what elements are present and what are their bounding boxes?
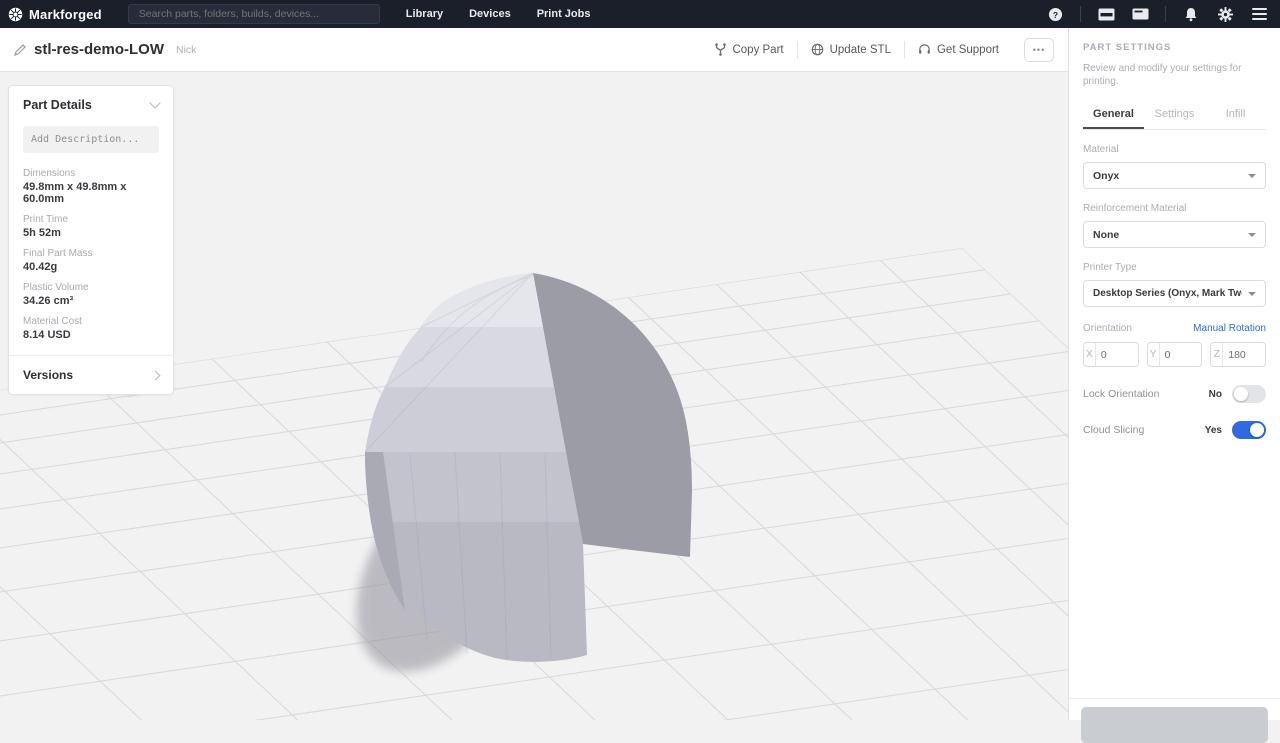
detail-plastic-volume: Plastic Volume 34.26 cm³ bbox=[9, 277, 173, 311]
get-support-label: Get Support bbox=[937, 44, 999, 56]
panel-title: PART SETTINGS bbox=[1083, 42, 1266, 53]
lock-orientation-state: No bbox=[1209, 389, 1222, 400]
panel-subtitle: Review and modify your settings for prin… bbox=[1083, 62, 1266, 88]
detail-final-part-mass: Final Part Mass 40.42g bbox=[9, 243, 173, 277]
headset-icon bbox=[918, 43, 931, 56]
versions-row[interactable]: Versions bbox=[9, 355, 173, 394]
3d-viewport[interactable]: Part Details Add Description... Dimensio… bbox=[0, 72, 1068, 720]
part-details-header[interactable]: Part Details bbox=[9, 86, 173, 122]
nav-link-library[interactable]: Library bbox=[406, 8, 443, 20]
caret-down-icon bbox=[1248, 292, 1256, 296]
detail-print-time: Print Time 5h 52m bbox=[9, 209, 173, 243]
part-settings-panel: PART SETTINGS Review and modify your set… bbox=[1068, 28, 1280, 720]
part-titlebar: stl-res-demo-LOW Nick Copy Part Update S… bbox=[0, 28, 1068, 72]
caret-down-icon bbox=[1248, 174, 1256, 178]
reinforcement-dropdown[interactable]: None bbox=[1083, 221, 1266, 248]
chevron-right-icon bbox=[151, 370, 161, 380]
panel-bottom bbox=[1069, 698, 1280, 720]
printers-icon[interactable] bbox=[1097, 5, 1115, 23]
detail-dimensions: Dimensions 49.8mm x 49.8mm x 60.0mm bbox=[9, 163, 173, 209]
menu-icon[interactable] bbox=[1250, 5, 1268, 23]
gear-icon[interactable] bbox=[1216, 5, 1234, 23]
brand-name: Markforged bbox=[29, 7, 102, 22]
tab-infill[interactable]: Infill bbox=[1205, 100, 1266, 129]
orientation-inputs: X Y Z bbox=[1083, 342, 1266, 367]
copy-part-label: Copy Part bbox=[732, 44, 783, 56]
tab-general[interactable]: General bbox=[1083, 100, 1144, 129]
axis-x-input[interactable]: X bbox=[1083, 342, 1139, 367]
cloud-slicing-toggle[interactable] bbox=[1232, 421, 1266, 439]
bell-icon[interactable] bbox=[1182, 5, 1200, 23]
axis-y-input[interactable]: Y bbox=[1147, 342, 1203, 367]
divider bbox=[1165, 6, 1166, 22]
material-label: Material bbox=[1083, 144, 1266, 155]
title-actions: Copy Part Update STL Get Support ••• bbox=[702, 38, 1068, 62]
part-title: stl-res-demo-LOW bbox=[34, 41, 164, 58]
search-input[interactable] bbox=[129, 8, 379, 20]
tab-settings[interactable]: Settings bbox=[1144, 100, 1205, 129]
part-details-title: Part Details bbox=[23, 98, 92, 112]
axis-x-value[interactable] bbox=[1096, 349, 1138, 361]
copy-part-button[interactable]: Copy Part bbox=[702, 43, 796, 56]
axis-y-value[interactable] bbox=[1160, 349, 1202, 361]
caret-down-icon bbox=[1248, 233, 1256, 237]
navbar-right: ? bbox=[1046, 5, 1280, 23]
axis-z-input[interactable]: Z bbox=[1210, 342, 1266, 367]
detail-material-cost: Material Cost 8.14 USD bbox=[9, 311, 173, 345]
top-navbar: Markforged Library Devices Print Jobs ? bbox=[0, 0, 1280, 28]
get-support-button[interactable]: Get Support bbox=[905, 43, 1012, 56]
help-icon[interactable]: ? bbox=[1046, 5, 1064, 23]
cloud-slicing-label: Cloud Slicing bbox=[1083, 424, 1205, 436]
nav-links: Library Devices Print Jobs bbox=[406, 8, 591, 20]
globe-icon bbox=[811, 43, 824, 56]
part-owner: Nick bbox=[176, 44, 196, 56]
fork-icon bbox=[715, 43, 726, 56]
lock-orientation-label: Lock Orientation bbox=[1083, 388, 1209, 400]
brand[interactable]: Markforged bbox=[0, 7, 102, 22]
material-dropdown[interactable]: Onyx bbox=[1083, 162, 1266, 189]
printer-type-label: Printer Type bbox=[1083, 262, 1266, 273]
cloud-slicing-state: Yes bbox=[1205, 425, 1222, 436]
update-stl-button[interactable]: Update STL bbox=[798, 43, 904, 56]
svg-text:?: ? bbox=[1052, 9, 1057, 19]
divider bbox=[1080, 6, 1081, 22]
printer-type-dropdown[interactable]: Desktop Series (Onyx, Mark Two) bbox=[1083, 280, 1266, 307]
update-stl-label: Update STL bbox=[830, 44, 891, 56]
cloud-slicing-row: Cloud Slicing Yes bbox=[1083, 421, 1266, 439]
orientation-label: Orientation bbox=[1083, 323, 1132, 334]
lock-orientation-toggle[interactable] bbox=[1232, 385, 1266, 403]
chevron-down-icon bbox=[149, 97, 160, 108]
reinforcement-label: Reinforcement Material bbox=[1083, 203, 1266, 214]
manual-rotation-link[interactable]: Manual Rotation bbox=[1193, 323, 1266, 334]
nav-link-devices[interactable]: Devices bbox=[469, 8, 511, 20]
print-action-button[interactable] bbox=[1081, 707, 1268, 743]
settings-tabs: General Settings Infill bbox=[1083, 100, 1266, 130]
description-field[interactable]: Add Description... bbox=[23, 126, 159, 153]
part-details-card: Part Details Add Description... Dimensio… bbox=[8, 85, 174, 395]
part-model bbox=[321, 273, 692, 702]
more-options-button[interactable]: ••• bbox=[1024, 38, 1054, 62]
lock-orientation-row: Lock Orientation No bbox=[1083, 385, 1266, 403]
print-queue-icon[interactable] bbox=[1131, 5, 1149, 23]
global-search[interactable] bbox=[128, 4, 380, 24]
axis-z-value[interactable] bbox=[1223, 349, 1265, 361]
markforged-logo-icon bbox=[8, 7, 23, 22]
edit-pencil-icon[interactable] bbox=[14, 44, 26, 56]
nav-link-print-jobs[interactable]: Print Jobs bbox=[537, 8, 591, 20]
